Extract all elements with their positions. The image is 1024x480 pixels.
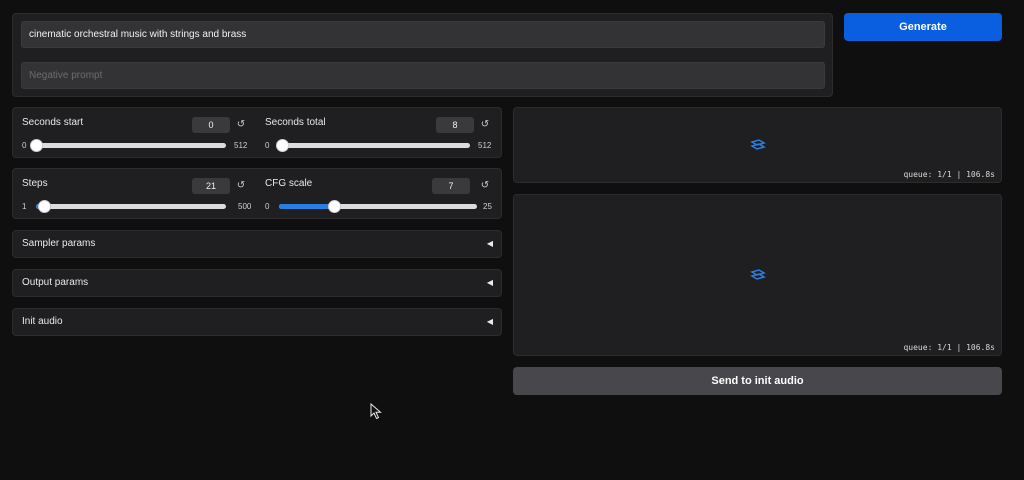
negative-prompt-input[interactable]	[21, 62, 825, 89]
cfg-scale-label: CFG scale	[265, 178, 313, 189]
cfg-scale-number[interactable]: 7	[432, 178, 470, 194]
seconds-total-number[interactable]: 8	[436, 117, 474, 133]
steps-number[interactable]: 21	[192, 178, 230, 194]
image-output-panel: queue: 1/1 | 106.8s	[513, 194, 1002, 356]
seconds-total-track[interactable]	[276, 139, 470, 152]
init-audio-label: Init audio	[22, 316, 63, 327]
prompt-input[interactable]	[21, 21, 825, 48]
cfg-scale-max: 25	[483, 202, 492, 211]
steps-slider: Steps 21 ↺ 1 500	[22, 178, 251, 214]
seconds-total-reset-icon[interactable]: ↺	[479, 117, 491, 133]
seconds-start-reset-icon[interactable]: ↺	[235, 117, 247, 133]
seconds-start-track[interactable]	[30, 139, 226, 152]
seconds-start-slider: Seconds start 0 ↺ 0 512	[22, 117, 251, 153]
sampler-params-accordion[interactable]: Sampler params ◀	[12, 230, 502, 258]
mouse-cursor-icon	[370, 403, 382, 420]
steps-reset-icon[interactable]: ↺	[235, 178, 247, 194]
audio-queue-status: queue: 1/1 | 106.8s	[903, 170, 995, 179]
seconds-start-max: 512	[234, 141, 248, 150]
seconds-start-thumb[interactable]	[30, 139, 43, 152]
cfg-scale-min: 0	[265, 202, 270, 211]
cfg-scale-thumb[interactable]	[328, 200, 342, 213]
steps-track[interactable]	[36, 200, 226, 213]
cfg-scale-fill	[279, 204, 335, 209]
seconds-total-slider: Seconds total 8 ↺ 0 512	[265, 117, 494, 153]
output-params-label: Output params	[22, 277, 89, 288]
output-params-accordion[interactable]: Output params ◀	[12, 269, 502, 297]
audio-output-panel: queue: 1/1 | 106.8s	[513, 107, 1002, 183]
seconds-total-min: 0	[265, 141, 270, 150]
init-audio-accordion[interactable]: Init audio ◀	[12, 308, 502, 336]
loading-spinner-icon	[750, 269, 766, 280]
cfg-scale-track[interactable]	[279, 200, 477, 213]
loading-spinner-icon	[750, 139, 766, 150]
steps-min: 1	[22, 202, 27, 211]
seconds-start-min: 0	[22, 141, 27, 150]
image-queue-status: queue: 1/1 | 106.8s	[903, 343, 995, 352]
steps-max: 500	[238, 202, 252, 211]
sampler-params-label: Sampler params	[22, 238, 96, 249]
cfg-scale-reset-icon[interactable]: ↺	[479, 178, 491, 194]
seconds-total-label: Seconds total	[265, 117, 326, 128]
generate-button[interactable]: Generate	[844, 13, 1002, 41]
seconds-total-thumb[interactable]	[276, 139, 290, 152]
collapse-arrow-icon: ◀	[486, 239, 493, 248]
cfg-scale-slider: CFG scale 7 ↺ 0 25	[265, 178, 494, 214]
steps-label: Steps	[22, 178, 48, 189]
seconds-start-number[interactable]: 0	[192, 117, 230, 133]
steps-panel: Steps 21 ↺ 1 500 CFG scale 7 ↺ 0 25	[12, 168, 502, 219]
send-to-init-audio-button[interactable]: Send to init audio	[513, 367, 1002, 395]
seconds-start-label: Seconds start	[22, 117, 84, 128]
seconds-total-max: 512	[478, 141, 492, 150]
steps-thumb[interactable]	[37, 200, 51, 213]
collapse-arrow-icon: ◀	[486, 278, 493, 287]
seconds-panel: Seconds start 0 ↺ 0 512 Seconds total 8 …	[12, 107, 502, 158]
prompt-panel	[12, 13, 833, 97]
collapse-arrow-icon: ◀	[486, 317, 493, 326]
